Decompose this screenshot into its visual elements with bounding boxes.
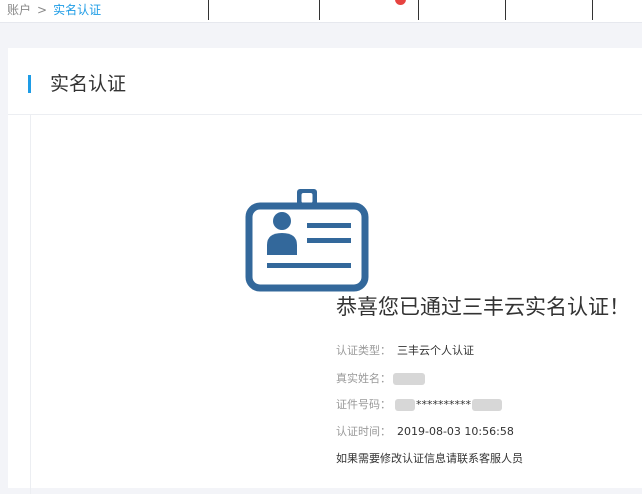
- real-name-blurred: [393, 373, 425, 385]
- certification-type-row: 认证类型： 三丰云个人认证: [336, 344, 474, 358]
- title-accent-bar: [28, 75, 31, 93]
- real-name-row: 真实姓名：: [336, 372, 425, 386]
- id-number-label: 证件号码：: [336, 398, 391, 411]
- id-card-icon: [245, 189, 369, 292]
- toolbar-divider: [592, 0, 593, 20]
- notification-badge[interactable]: [395, 0, 406, 5]
- id-number-row: 证件号码： **********: [336, 398, 502, 412]
- breadcrumb-account-link[interactable]: 账户: [7, 3, 31, 17]
- breadcrumb-separator: >: [37, 3, 48, 17]
- id-number-blurred-end: [472, 399, 502, 411]
- page-title: 实名认证: [50, 73, 127, 95]
- certification-type-label: 认证类型：: [336, 344, 391, 357]
- id-number-blurred-start: [395, 399, 415, 411]
- certification-time-label: 认证时间：: [336, 425, 391, 438]
- certification-type-value: 三丰云个人认证: [397, 344, 474, 357]
- real-name-label: 真实姓名：: [336, 372, 391, 385]
- toolbar-divider: [319, 0, 320, 20]
- certification-time-value: 2019-08-03 10:56:58: [397, 425, 514, 438]
- success-message: 恭喜您已通过三丰云实名认证！: [336, 295, 630, 319]
- id-number-masked: **********: [416, 398, 471, 411]
- top-bar: 账户 > 实名认证: [0, 0, 642, 23]
- breadcrumb-current: 实名认证: [53, 3, 102, 17]
- toolbar-divider: [418, 0, 419, 20]
- contact-support-note: 如果需要修改认证信息请联系客服人员: [336, 452, 523, 465]
- breadcrumb: 账户 > 实名认证: [7, 2, 101, 18]
- card-header: 实名认证: [8, 48, 642, 115]
- toolbar-divider: [505, 0, 506, 20]
- certification-time-row: 认证时间： 2019-08-03 10:56:58: [336, 425, 514, 439]
- toolbar-divider: [208, 0, 209, 20]
